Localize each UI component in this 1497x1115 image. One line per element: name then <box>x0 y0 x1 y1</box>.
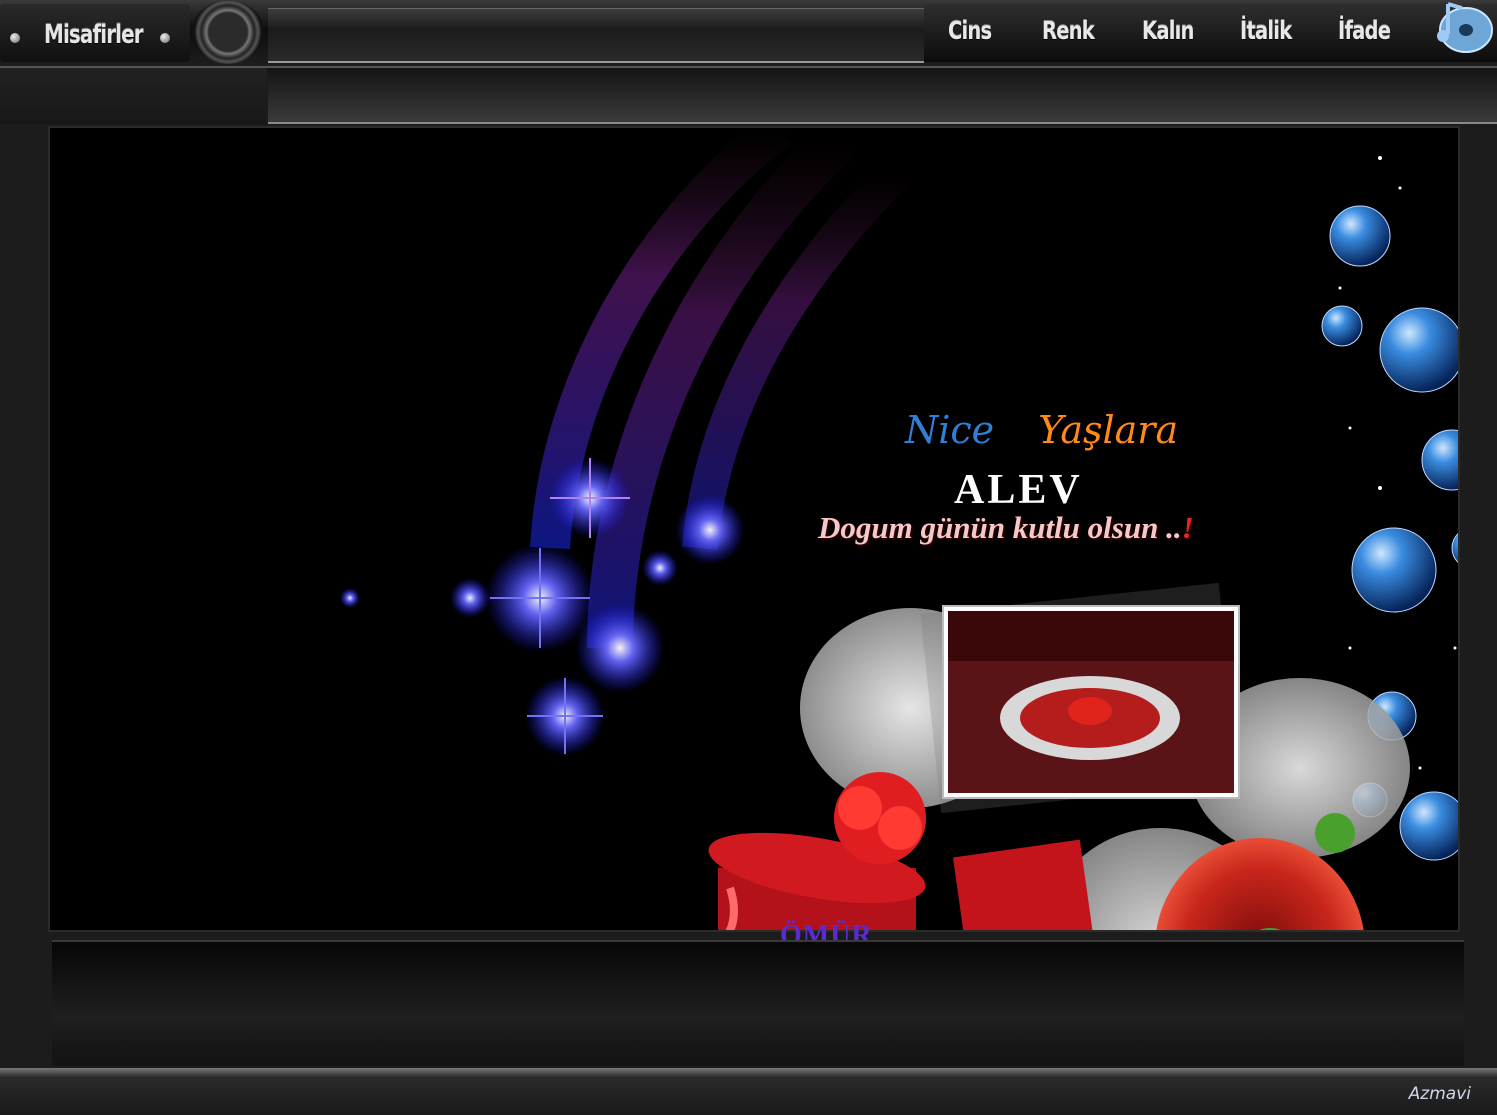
footer-bar: Azmavi <box>0 1068 1497 1115</box>
greeting-artwork <box>340 128 1458 930</box>
footer-brand: Azmavi <box>1408 1084 1471 1104</box>
italic-button[interactable]: İtalik <box>1240 16 1292 45</box>
color-button[interactable]: Renk <box>1042 16 1095 45</box>
music-disc-icon[interactable] <box>1426 0 1496 58</box>
guests-tab[interactable]: Misafirler <box>0 4 190 62</box>
right-dot-icon <box>160 33 170 43</box>
top-bar: Misafirler Cins Renk Kalın İtalik İfade <box>0 0 1497 68</box>
message-display-field[interactable] <box>268 8 924 63</box>
left-frame <box>0 68 266 124</box>
bottom-panel <box>52 940 1464 1066</box>
font-button[interactable]: Cins <box>948 16 992 45</box>
bold-button[interactable]: Kalın <box>1142 16 1194 45</box>
format-toolbar: Cins Renk Kalın İtalik İfade <box>924 4 1497 62</box>
guests-tab-label: Misafirler <box>44 20 144 50</box>
main-stage <box>50 128 1458 930</box>
left-dot-icon <box>10 33 20 43</box>
chat-input-bar[interactable] <box>268 68 1497 124</box>
round-knob-icon[interactable] <box>192 0 264 64</box>
emote-button[interactable]: İfade <box>1338 16 1391 45</box>
